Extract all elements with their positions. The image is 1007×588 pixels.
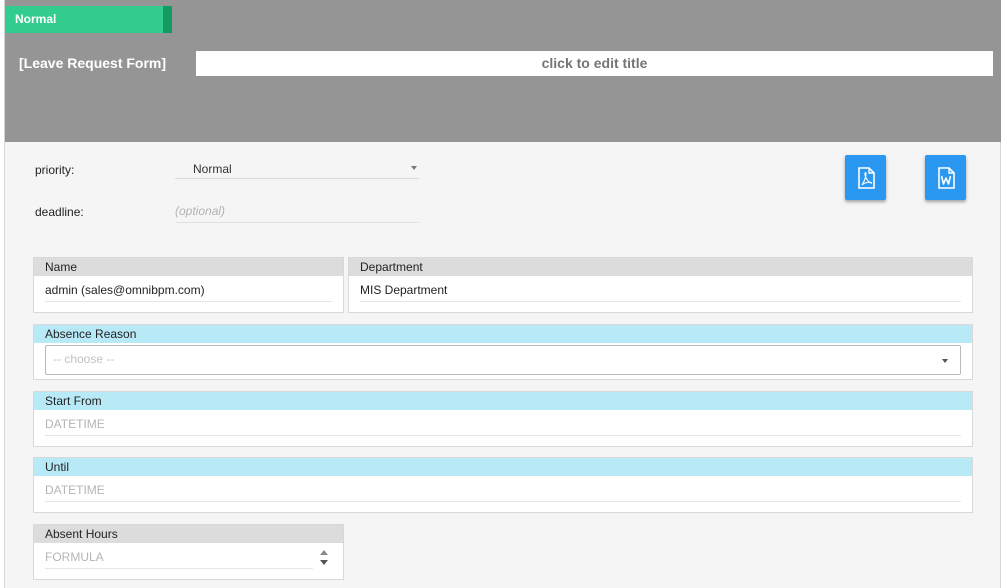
deadline-label: deadline: bbox=[35, 205, 84, 219]
priority-label: priority: bbox=[35, 163, 75, 177]
name-field-label: Name bbox=[34, 258, 343, 276]
chevron-down-icon bbox=[411, 166, 417, 170]
name-field-value: admin (sales@omnibpm.com) bbox=[45, 280, 332, 302]
absent-hours-input[interactable]: FORMULA bbox=[45, 547, 313, 569]
start-from-input[interactable]: DATETIME bbox=[45, 414, 961, 436]
form-name: [Leave Request Form] bbox=[19, 55, 167, 71]
deadline-input[interactable]: (optional) bbox=[175, 200, 419, 223]
department-field-label: Department bbox=[349, 258, 972, 276]
until-input[interactable]: DATETIME bbox=[45, 480, 961, 502]
absence-reason-label: Absence Reason bbox=[34, 325, 972, 343]
absent-hours-field: Absent Hours FORMULA bbox=[33, 524, 344, 580]
absence-reason-field: Absence Reason -- choose -- bbox=[33, 324, 973, 380]
pdf-file-icon bbox=[857, 166, 875, 189]
absence-reason-placeholder: -- choose -- bbox=[53, 352, 115, 366]
absent-hours-label: Absent Hours bbox=[34, 525, 343, 543]
status-badge: Normal bbox=[5, 6, 172, 33]
start-from-label: Start From bbox=[34, 392, 972, 410]
chevron-down-icon bbox=[942, 359, 948, 363]
title-input[interactable] bbox=[196, 51, 993, 76]
department-field: Department MIS Department bbox=[348, 257, 973, 313]
priority-value: Normal bbox=[193, 162, 232, 176]
start-from-field: Start From DATETIME bbox=[33, 391, 973, 447]
absent-hours-stepper[interactable] bbox=[317, 545, 331, 569]
until-field: Until DATETIME bbox=[33, 457, 973, 513]
form-header: Normal [Leave Request Form] bbox=[5, 0, 1001, 142]
stepper-down-icon[interactable] bbox=[320, 560, 328, 565]
name-field: Name admin (sales@omnibpm.com) bbox=[33, 257, 344, 313]
stepper-up-icon[interactable] bbox=[320, 550, 328, 555]
absence-reason-select[interactable]: -- choose -- bbox=[45, 345, 961, 375]
until-label: Until bbox=[34, 458, 972, 476]
word-file-icon bbox=[937, 166, 955, 189]
department-field-value: MIS Department bbox=[360, 280, 961, 302]
form-window: Normal [Leave Request Form] priority: No… bbox=[4, 0, 1001, 588]
priority-select[interactable]: Normal bbox=[175, 157, 419, 179]
export-pdf-button[interactable] bbox=[845, 155, 886, 200]
export-word-button[interactable] bbox=[925, 155, 966, 200]
